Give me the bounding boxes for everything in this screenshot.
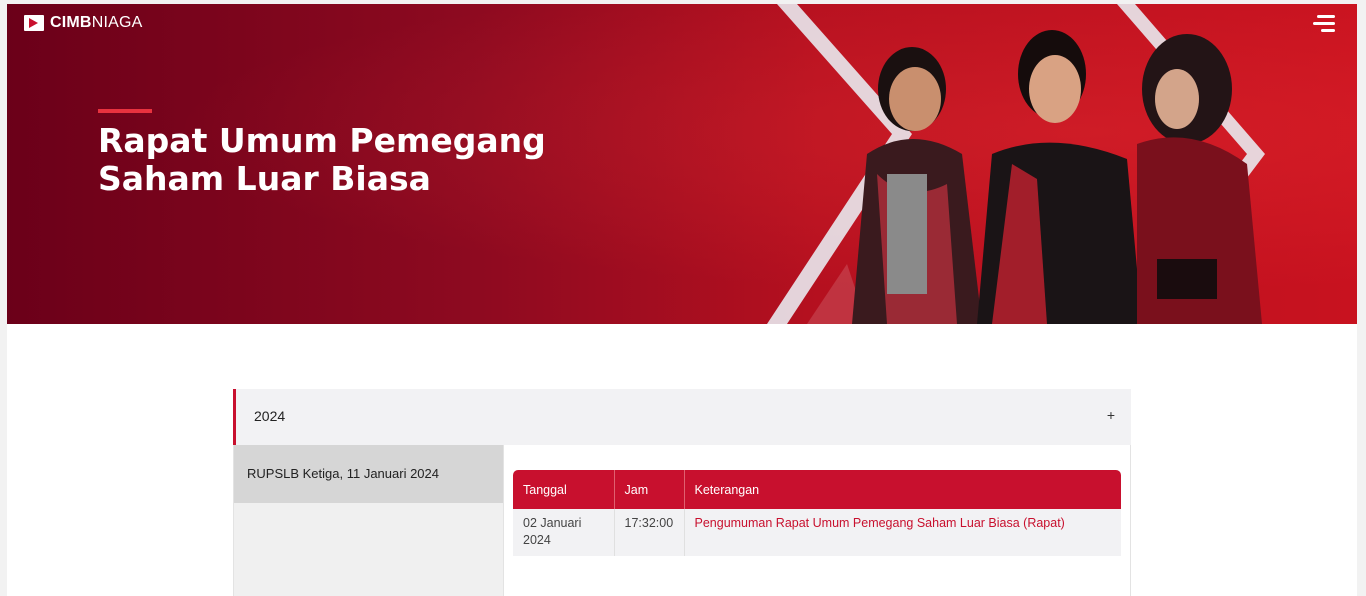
cimb-logo[interactable]: CIMBNIAGA — [24, 12, 142, 34]
logo-light-text: NIAGA — [91, 14, 143, 31]
announcement-link[interactable]: Pengumuman Rapat Umum Pemegang Saham Lua… — [695, 516, 1065, 530]
meeting-list: RUPSLB Ketiga, 11 Januari 2024 — [234, 445, 504, 596]
accordion-header-2024[interactable]: 2024 + — [233, 389, 1131, 445]
expand-plus-icon[interactable]: + — [1107, 407, 1115, 423]
cell-keterangan: Pengumuman Rapat Umum Pemegang Saham Lua… — [684, 509, 1121, 556]
column-header-keterangan: Keterangan — [684, 470, 1121, 509]
announcement-table: Tanggal Jam Keterangan 02 Januari 2024 1… — [513, 470, 1121, 556]
cell-tanggal: 02 Januari 2024 — [513, 509, 615, 556]
accordion-year-label: 2024 — [254, 408, 286, 424]
logo-bold-text: CIMB — [50, 14, 92, 31]
column-header-tanggal: Tanggal — [513, 470, 615, 509]
title-accent-bar — [98, 109, 152, 113]
meeting-list-item[interactable]: RUPSLB Ketiga, 11 Januari 2024 — [234, 445, 503, 503]
year-accordion: 2024 + RUPSLB Ketiga, 11 Januari 2024 Ta… — [233, 389, 1131, 596]
column-header-jam: Jam — [614, 470, 685, 509]
accordion-body: RUPSLB Ketiga, 11 Januari 2024 Tanggal J… — [233, 445, 1131, 596]
page-title: Rapat Umum Pemegang Saham Luar Biasa — [98, 121, 546, 198]
table-row: 02 Januari 2024 17:32:00 Pengumuman Rapa… — [513, 509, 1121, 556]
hamburger-menu-icon[interactable] — [1311, 14, 1335, 34]
cimb-logo-icon — [24, 15, 44, 31]
hero-banner: CIMBNIAGA Rapat Umum Pemegang Saham Luar… — [7, 4, 1357, 324]
meeting-list-item-label: RUPSLB Ketiga, 11 Januari 2024 — [247, 466, 439, 481]
page: CIMBNIAGA Rapat Umum Pemegang Saham Luar… — [7, 4, 1357, 596]
cell-jam: 17:32:00 — [614, 509, 685, 556]
table-header-row: Tanggal Jam Keterangan — [513, 470, 1121, 509]
